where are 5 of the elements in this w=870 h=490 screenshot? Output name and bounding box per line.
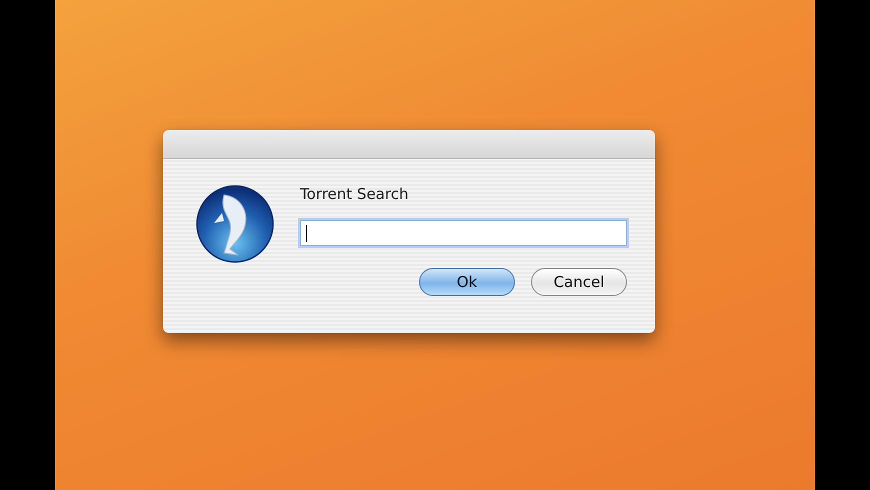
dialog-prompt: Torrent Search: [300, 185, 410, 205]
ok-button[interactable]: Ok: [419, 268, 515, 296]
search-field[interactable]: [300, 220, 627, 246]
fish-icon: [194, 183, 276, 265]
cancel-button[interactable]: Cancel: [531, 268, 627, 296]
